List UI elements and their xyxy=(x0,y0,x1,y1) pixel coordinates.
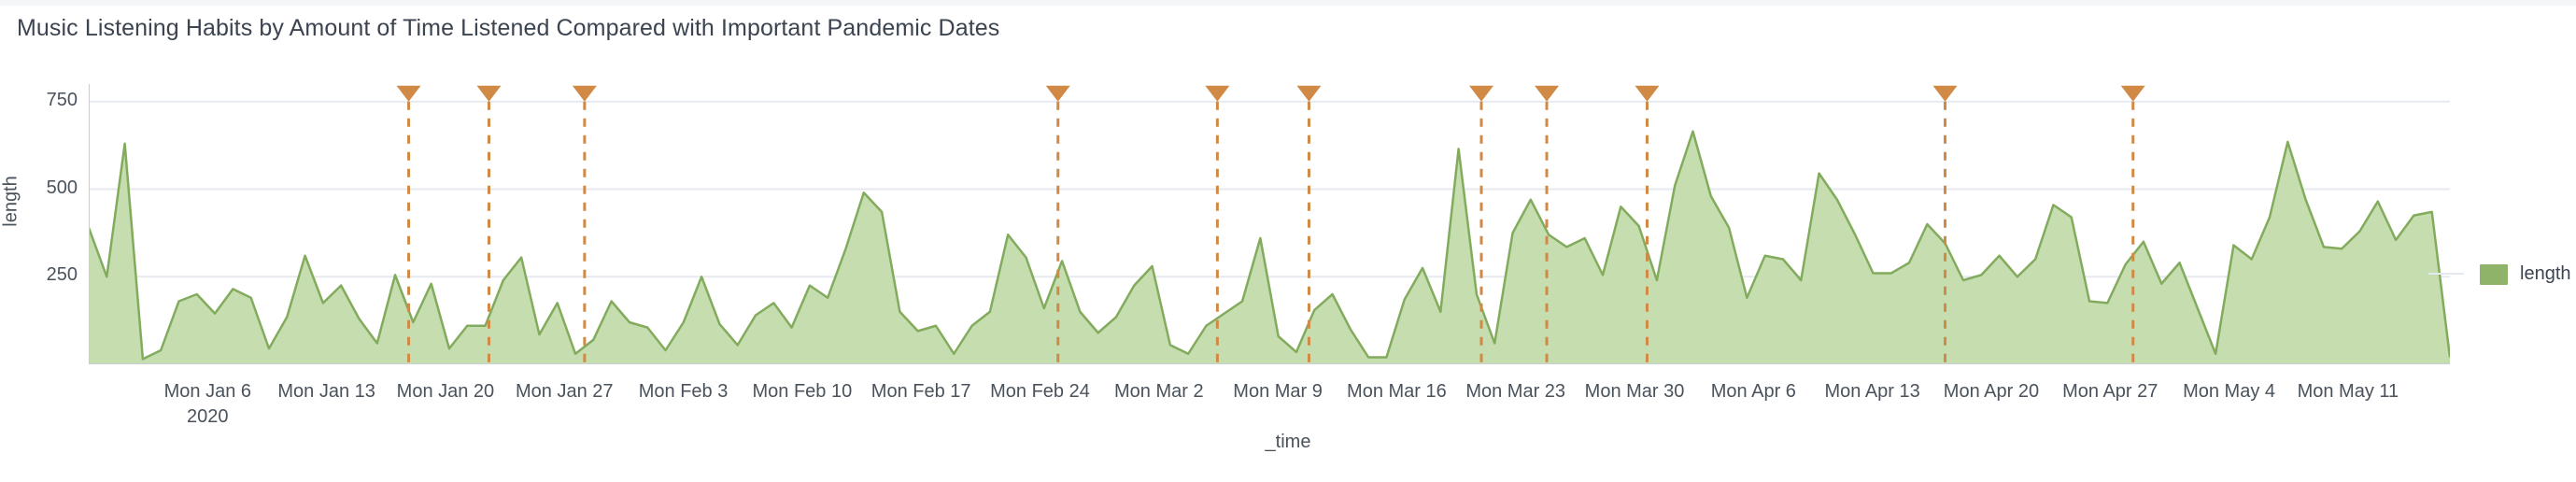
x-axis-tick-label: Mon Feb 3 xyxy=(638,381,729,402)
x-axis-tick-9: Mon Mar 9 xyxy=(1233,381,1323,403)
window-top-strip xyxy=(0,0,2576,6)
x-axis-tick-label: Mon Apr 20 xyxy=(1943,381,2040,402)
legend-connector-rule xyxy=(2428,273,2464,275)
x-axis-tick-17: Mon May 4 xyxy=(2183,381,2275,403)
legend-item-label: length xyxy=(2520,263,2571,284)
x-axis-tick-label: Mon Mar 30 xyxy=(1584,381,1685,402)
x-axis-tick-2: Mon Jan 20 xyxy=(397,381,495,403)
x-axis-tick-10: Mon Mar 16 xyxy=(1347,381,1447,403)
x-axis-tick-13: Mon Apr 6 xyxy=(1711,381,1796,403)
x-axis-tick-0: Mon Jan 6 2020 xyxy=(164,381,251,428)
x-axis-tick-7: Mon Feb 24 xyxy=(990,381,1090,403)
x-axis-tick-15: Mon Apr 20 xyxy=(1944,381,2039,403)
y-axis-tick-750: 750 xyxy=(46,89,78,110)
y-axis-tick-250: 250 xyxy=(46,264,78,286)
x-axis-tick-label: Mon Jan 6 xyxy=(163,381,251,402)
x-axis-tick-18: Mon May 11 xyxy=(2298,381,2399,403)
x-axis-tick-3: Mon Jan 27 xyxy=(516,381,614,403)
x-axis-tick-11: Mon Mar 23 xyxy=(1465,381,1565,403)
x-axis-tick-label: Mon Apr 6 xyxy=(1710,381,1796,402)
x-axis-tick-16: Mon Apr 27 xyxy=(2062,381,2158,403)
x-axis-tick-label: Mon Mar 23 xyxy=(1465,381,1566,402)
pandemic-date-marker-3[interactable] xyxy=(572,85,597,364)
x-axis-tick-label: Mon Apr 27 xyxy=(2062,381,2158,402)
x-axis-tick-label: Mon Feb 17 xyxy=(870,381,971,402)
x-axis-label: _time xyxy=(1265,432,1311,452)
x-axis-tick-label: Mon Feb 10 xyxy=(752,381,853,402)
x-axis-tick-label: Mon Feb 24 xyxy=(990,381,1090,402)
chart-svg xyxy=(89,84,2450,364)
x-axis-year-label: 2020 xyxy=(187,406,229,427)
x-axis-tick-6: Mon Feb 17 xyxy=(871,381,971,403)
x-axis-tick-label: Mon Jan 20 xyxy=(396,381,495,402)
x-axis-tick-label: Mon Mar 16 xyxy=(1347,381,1447,402)
x-axis-tick-12: Mon Mar 30 xyxy=(1585,381,1685,403)
x-axis-tick-1: Mon Jan 13 xyxy=(277,381,375,403)
legend[interactable]: length xyxy=(2480,263,2571,285)
x-axis-tick-8: Mon Mar 2 xyxy=(1114,381,1204,403)
y-axis-tick-500: 500 xyxy=(46,177,78,198)
x-axis-tick-14: Mon Apr 13 xyxy=(1824,381,1919,403)
x-axis-tick-label: Mon Mar 2 xyxy=(1113,381,1204,402)
x-axis-tick-4: Mon Feb 3 xyxy=(639,381,729,403)
x-axis-tick-label: Mon Mar 9 xyxy=(1233,381,1323,402)
y-axis-label: length xyxy=(0,176,21,227)
x-axis-tick-label: Mon May 11 xyxy=(2297,381,2399,402)
legend-swatch-length xyxy=(2480,263,2508,285)
page-title: Music Listening Habits by Amount of Time… xyxy=(17,15,1000,41)
x-axis-tick-label: Mon Apr 13 xyxy=(1824,381,1920,402)
x-axis-tick-label: Mon Jan 27 xyxy=(515,381,614,402)
x-axis-tick-label: Mon Jan 13 xyxy=(277,381,375,402)
x-axis-tick-5: Mon Feb 10 xyxy=(752,381,852,403)
chart-container: Music Listening Habits by Amount of Time… xyxy=(0,0,2576,482)
plot-area xyxy=(89,84,2450,364)
x-axis-tick-label: Mon May 4 xyxy=(2183,381,2276,402)
